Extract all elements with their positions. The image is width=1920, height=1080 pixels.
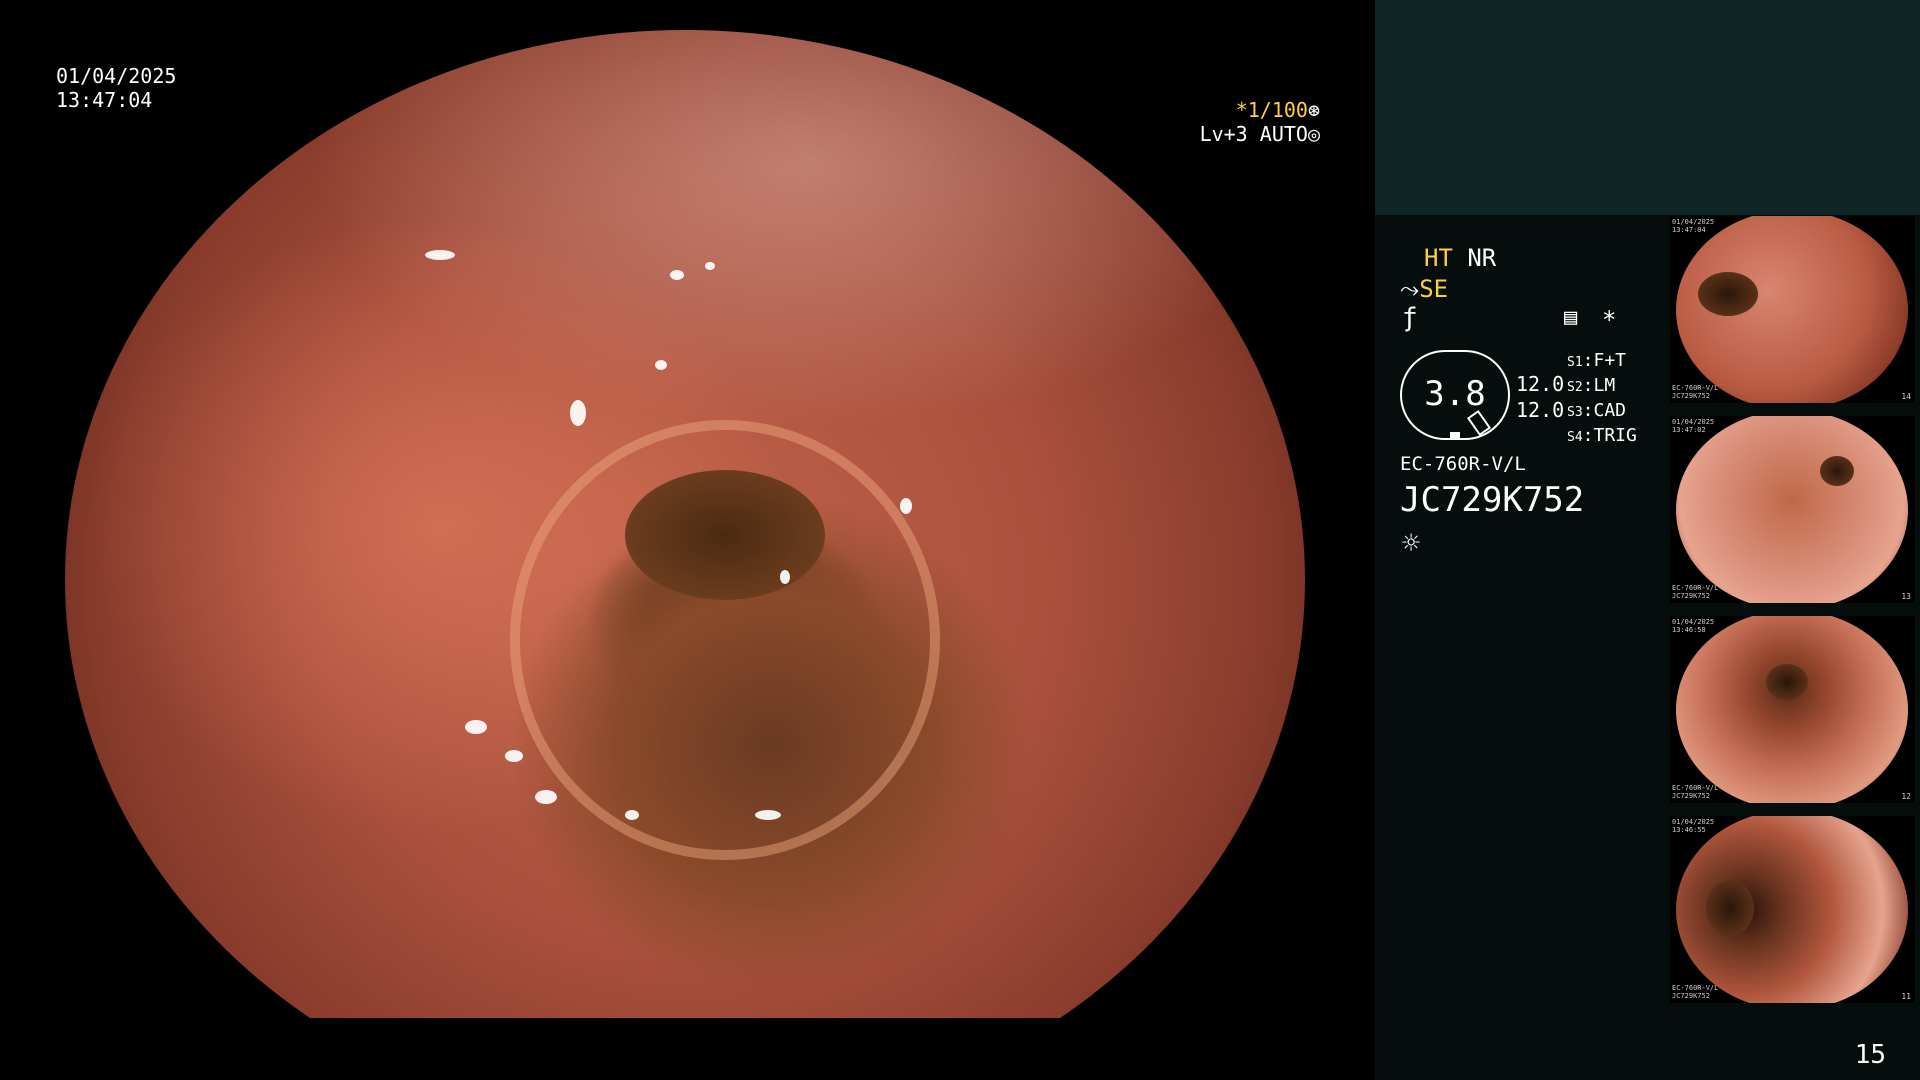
thumbnail-lumen — [1698, 272, 1758, 316]
structure-enhance-icon: ⤳ — [1400, 275, 1420, 303]
top-status-panel — [1375, 0, 1920, 215]
light-sun-icon: ☼ — [1402, 526, 1421, 561]
time-text: 13:47:04 — [56, 88, 153, 112]
switch-key: S3 — [1567, 405, 1583, 420]
thumbnail-timestamp: 01/04/2025 13:47:02 — [1672, 418, 1715, 434]
scope-serial: JC729K752 — [1400, 480, 1585, 520]
main-endoscopic-view: 01/04/2025 13:47:04 *1/100⊛ Lv+3 AUTO◎ — [0, 0, 1375, 1080]
thumbnail-number: 14 — [1901, 392, 1911, 401]
light-reflection — [425, 250, 455, 260]
iris-mode: AUTO — [1259, 122, 1308, 146]
thumbnail-serial: EC-760R-V/L JC729K752 — [1672, 584, 1719, 600]
se-label: SE — [1419, 275, 1449, 303]
thumbnail-serial: EC-760R-V/L JC729K752 — [1672, 384, 1719, 400]
gauge-marker — [1450, 432, 1460, 438]
auto-iris-icon: ◎ — [1307, 122, 1320, 146]
light-reflection — [535, 790, 557, 804]
gauge-display: 3.8 — [1400, 350, 1510, 440]
capture-thumbnail[interactable]: 01/04/2025 13:47:02 EC-760R-V/L JC729K75… — [1670, 416, 1915, 603]
thumbnail-number: 11 — [1901, 992, 1911, 1001]
switch-value: F+T — [1593, 350, 1627, 371]
shutter-speed: 1/100 — [1247, 98, 1308, 122]
switch-value: TRIG — [1593, 425, 1637, 446]
date-text: 01/04/2025 — [56, 64, 177, 88]
light-reflection — [625, 810, 639, 820]
nr-label: NR — [1467, 244, 1497, 272]
capture-thumbnail[interactable]: 01/04/2025 13:46:58 EC-760R-V/L JC729K75… — [1670, 616, 1915, 803]
light-reflection — [900, 498, 912, 514]
light-reflection — [655, 360, 667, 370]
aperture-icon: ⊛ — [1307, 98, 1320, 122]
scope-model: EC-760R-V/L — [1400, 453, 1526, 475]
switch-key: S1 — [1567, 355, 1583, 370]
gauge-value: 3.8 — [1424, 374, 1486, 414]
exposure-readout: *1/100⊛ Lv+3 AUTO◎ — [1200, 98, 1320, 146]
light-reflection — [465, 720, 487, 734]
switch-row: S3:CAD — [1567, 400, 1627, 421]
frame-mask — [0, 1018, 1375, 1080]
switch-row: S4:TRIG — [1567, 425, 1637, 446]
thumbnail-number: 12 — [1901, 792, 1911, 801]
filter-icon: ƒ — [1402, 303, 1418, 333]
brightness-level: Lv+3 — [1199, 122, 1248, 146]
switch-row: S1:F+T — [1567, 350, 1627, 371]
thumbnail-lumen — [1820, 456, 1854, 486]
date-time-readout: 01/04/2025 13:47:04 — [56, 64, 176, 112]
endoscopic-image — [65, 30, 1305, 1080]
switch-key: S2 — [1567, 380, 1583, 395]
light-reflection — [570, 400, 586, 426]
lumen-opening — [625, 470, 825, 600]
shutter-prefix: * — [1235, 98, 1248, 122]
thumbnail-serial: EC-760R-V/L JC729K752 — [1672, 984, 1719, 1000]
thumbnail-timestamp: 01/04/2025 13:46:58 — [1672, 618, 1715, 634]
switch-value: LM — [1593, 375, 1616, 396]
page-number: 15 — [1854, 1040, 1886, 1070]
thumbnail-image — [1676, 416, 1908, 603]
record-star: * — [1602, 306, 1617, 334]
gauge-readout-1: 12.0 — [1516, 372, 1565, 396]
thumbnail-number: 13 — [1901, 592, 1911, 601]
switch-key: S4 — [1567, 430, 1583, 445]
light-reflection — [780, 570, 790, 584]
thumbnail-timestamp: 01/04/2025 13:46:55 — [1672, 818, 1715, 834]
ht-nr-row: HT NR — [1424, 244, 1496, 272]
switch-row: S2:LM — [1567, 375, 1616, 396]
light-reflection — [705, 262, 715, 270]
ht-label: HT — [1424, 244, 1453, 272]
capture-thumbnail[interactable]: 01/04/2025 13:47:04 EC-760R-V/L JC729K75… — [1670, 216, 1915, 403]
light-reflection — [505, 750, 523, 762]
se-row: ⤳SE — [1400, 275, 1448, 303]
light-reflection — [755, 810, 781, 820]
thumbnail-serial: EC-760R-V/L JC729K752 — [1672, 784, 1719, 800]
switch-value: CAD — [1593, 400, 1627, 421]
thumbnail-lumen — [1706, 880, 1754, 936]
capture-thumbnail[interactable]: 01/04/2025 13:46:55 EC-760R-V/L JC729K75… — [1670, 816, 1915, 1003]
thumbnail-image — [1676, 616, 1908, 803]
memory-card-icon: ▤ — [1564, 305, 1578, 330]
thumbnail-lumen — [1766, 664, 1808, 700]
thumbnail-timestamp: 01/04/2025 13:47:04 — [1672, 218, 1715, 234]
endoscopy-screen: 01/04/2025 13:47:04 *1/100⊛ Lv+3 AUTO◎ H… — [0, 0, 1920, 1080]
gauge-readout-2: 12.0 — [1516, 398, 1565, 422]
light-reflection — [670, 270, 684, 280]
